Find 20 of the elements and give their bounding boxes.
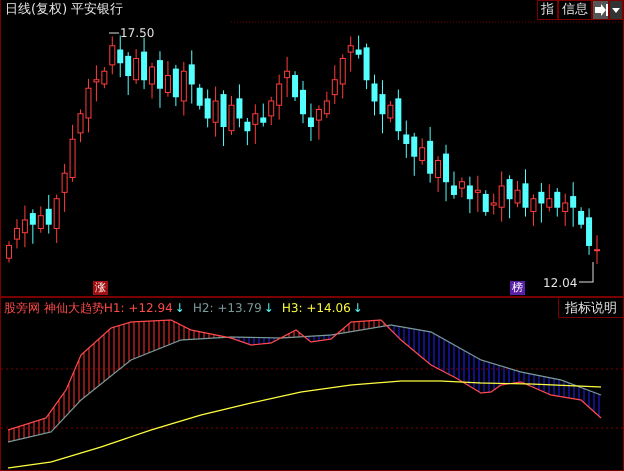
period-label: 日线(复权)	[4, 1, 68, 19]
expand-icon[interactable]	[592, 0, 609, 20]
marker-badge: 涨	[93, 281, 108, 295]
down-arrow-icon: ↓	[352, 298, 363, 318]
leader-line	[108, 32, 120, 34]
indicator-help-button[interactable]: 指标说明	[558, 298, 623, 318]
line-value: H1: +12.94	[104, 300, 173, 317]
dropdown-icon[interactable]	[609, 0, 623, 20]
down-arrow-icon: ↓	[264, 298, 274, 318]
stock-name: 平安银行	[70, 1, 124, 19]
indicator-name: 股旁网 神仙大趋势	[3, 300, 104, 317]
marker-badge: 榜	[510, 281, 525, 295]
high-price-label: 17.50	[120, 26, 154, 40]
toolbar-button[interactable]: 信息	[558, 0, 592, 20]
line-value: H3: +14.06	[282, 300, 351, 317]
line-value: H2: +13.79	[192, 300, 262, 317]
down-arrow-icon: ↓	[174, 298, 185, 318]
leader-line	[578, 262, 594, 282]
low-price-label: 12.04	[543, 276, 578, 290]
toolbar-button[interactable]: 指	[537, 0, 558, 20]
